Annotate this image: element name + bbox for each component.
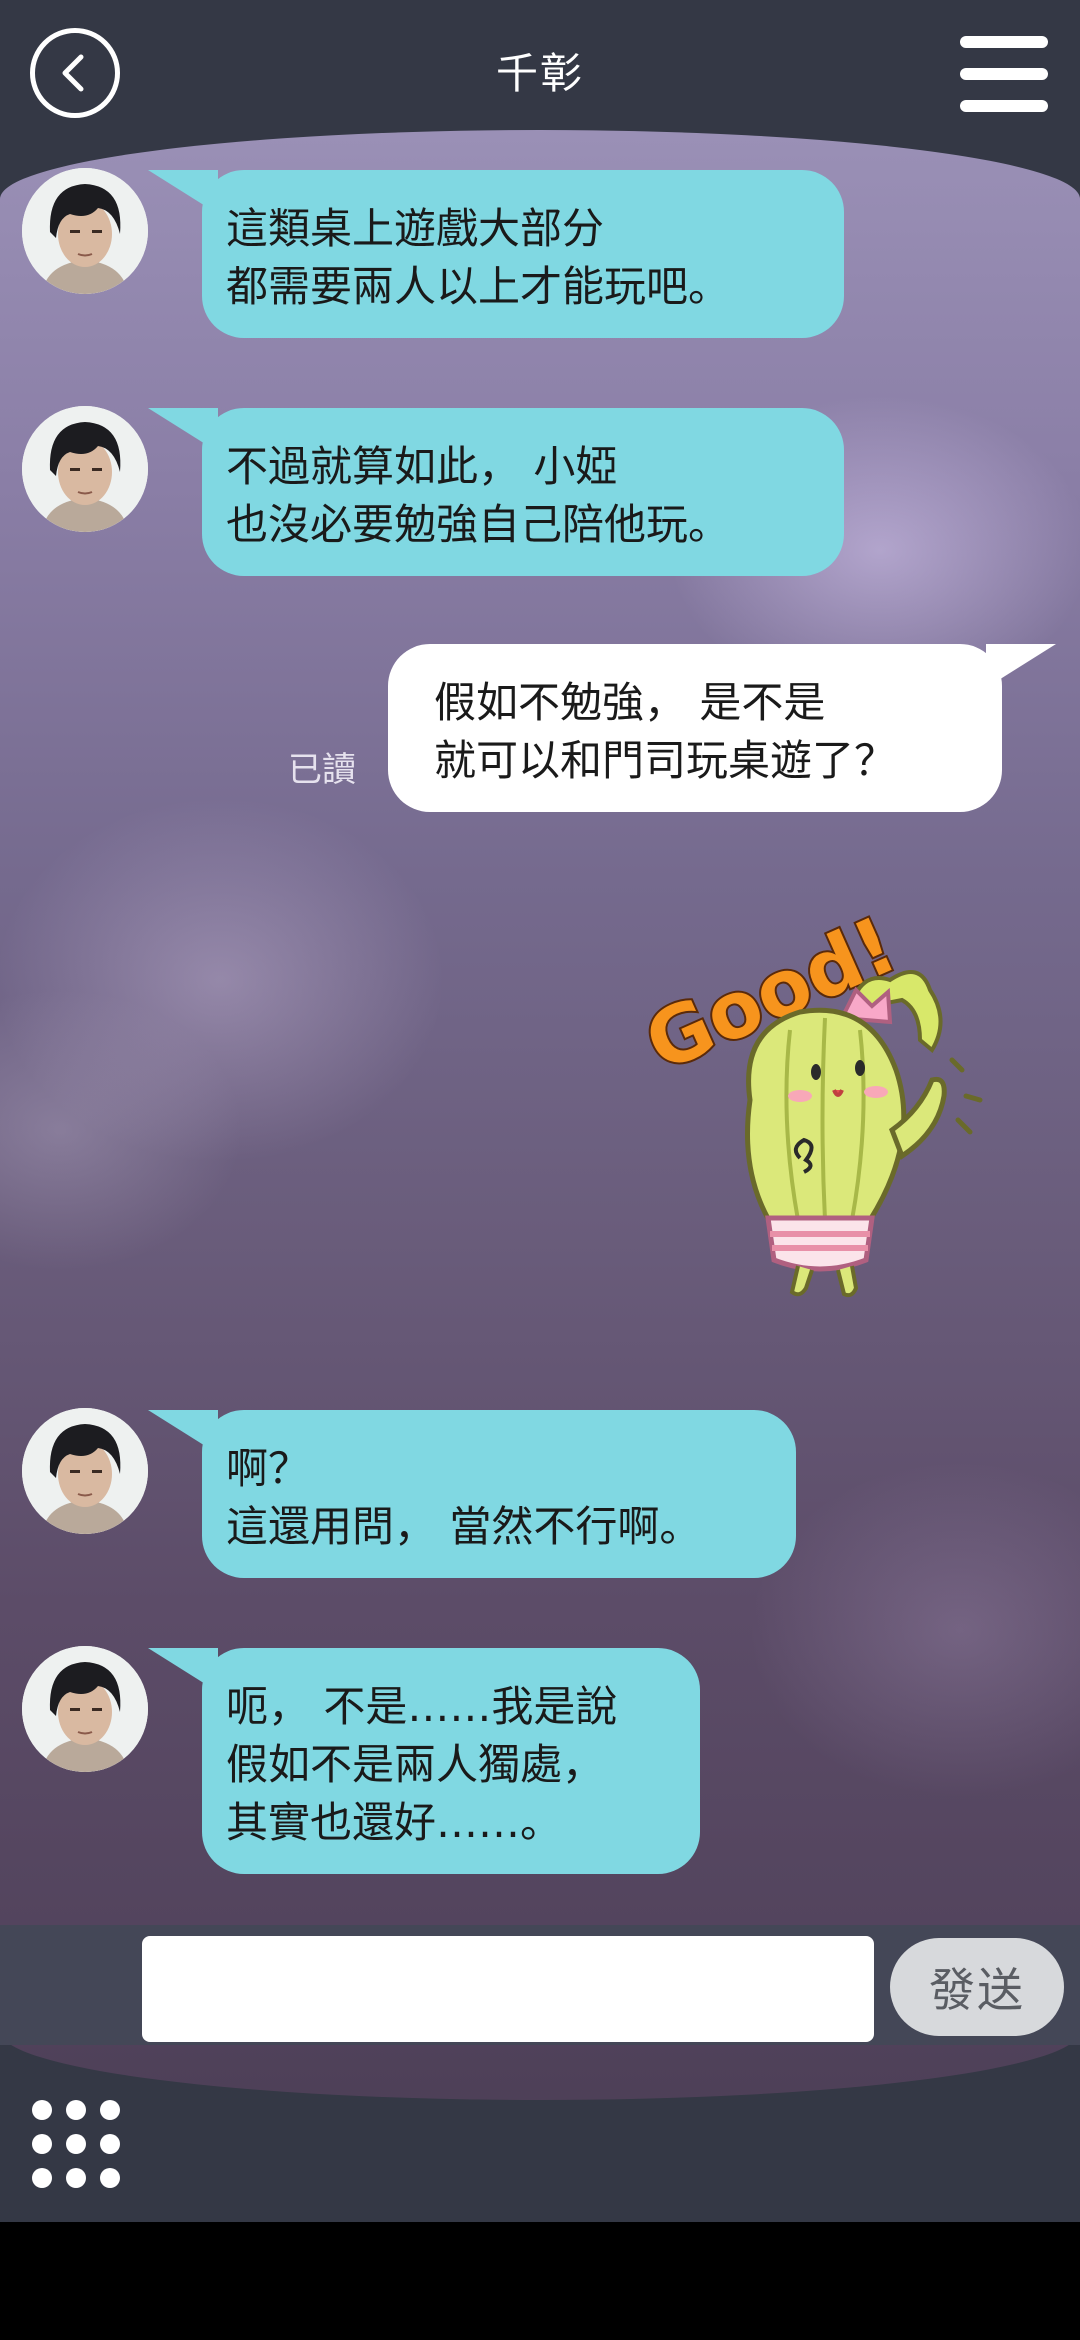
- incoming-message-bubble[interactable]: 啊？ 這還用問， 當然不行啊。: [148, 1410, 796, 1578]
- message-text: 假如不勉強， 是不是: [434, 678, 826, 727]
- nine-dot-grid-icon: [32, 2100, 52, 2120]
- incoming-message-bubble[interactable]: 這類桌上遊戲大部分 都需要兩人以上才能玩吧。: [148, 170, 844, 338]
- message-input[interactable]: [142, 1936, 874, 2042]
- chat-title: 千彰: [495, 49, 584, 98]
- nine-dot-grid-icon: [66, 2134, 86, 2154]
- hamburger-menu-icon: [960, 68, 1048, 80]
- message-text: 不過就算如此， 小婭: [226, 442, 618, 491]
- nine-dot-grid-icon: [66, 2168, 86, 2188]
- message-text: 呃， 不是……我是說: [226, 1682, 618, 1731]
- avatar-portrait-icon: [22, 406, 148, 532]
- message-text: 也沒必要勉強自己陪他玩。: [226, 500, 731, 549]
- send-button[interactable]: 發送: [890, 1938, 1064, 2036]
- message-text: 假如不是兩人獨處，: [226, 1740, 605, 1789]
- hamburger-menu-icon: [960, 100, 1048, 112]
- avatar-portrait-icon: [22, 1408, 148, 1534]
- read-receipt: 已讀: [288, 750, 356, 790]
- avatar-portrait-icon: [22, 168, 148, 294]
- avatar-portrait-icon: [22, 1646, 148, 1772]
- message-text: 其實也還好……。: [226, 1798, 563, 1847]
- contact-avatar[interactable]: [22, 1646, 148, 1772]
- nine-dot-grid-icon: [100, 2100, 120, 2120]
- outgoing-message-bubble[interactable]: 假如不勉強， 是不是 就可以和門司玩桌遊了？: [388, 644, 1056, 812]
- nine-dot-grid-icon: [66, 2100, 86, 2120]
- nine-dot-grid-icon: [32, 2134, 52, 2154]
- menu-button[interactable]: [960, 36, 1048, 114]
- message-text: 這類桌上遊戲大部分: [226, 204, 605, 253]
- message-text: 啊？: [226, 1444, 311, 1493]
- cactus-good-sticker-icon: Good!: [631, 898, 983, 1298]
- message-text: 就可以和門司玩桌遊了？: [434, 736, 897, 785]
- more-options-button[interactable]: [32, 2100, 122, 2190]
- nine-dot-grid-icon: [100, 2168, 120, 2188]
- contact-avatar[interactable]: [22, 406, 148, 532]
- incoming-message-bubble[interactable]: 呃， 不是……我是說 假如不是兩人獨處， 其實也還好……。: [148, 1648, 700, 1874]
- incoming-message-bubble[interactable]: 不過就算如此， 小婭 也沒必要勉強自己陪他玩。: [148, 408, 844, 576]
- chat-screen: 千彰 這類桌上遊戲大部分 都需要兩人以上才能玩吧。 不過就算如此， 小婭 也沒必…: [0, 0, 1080, 2222]
- good-sticker[interactable]: Good!: [620, 898, 1000, 1320]
- nine-dot-grid-icon: [100, 2134, 120, 2154]
- hamburger-menu-icon: [960, 36, 1048, 48]
- contact-avatar[interactable]: [22, 168, 148, 294]
- contact-avatar[interactable]: [22, 1408, 148, 1534]
- nine-dot-grid-icon: [32, 2168, 52, 2188]
- message-text: 這還用問， 當然不行啊。: [226, 1502, 702, 1551]
- message-text: 都需要兩人以上才能玩吧。: [226, 262, 731, 311]
